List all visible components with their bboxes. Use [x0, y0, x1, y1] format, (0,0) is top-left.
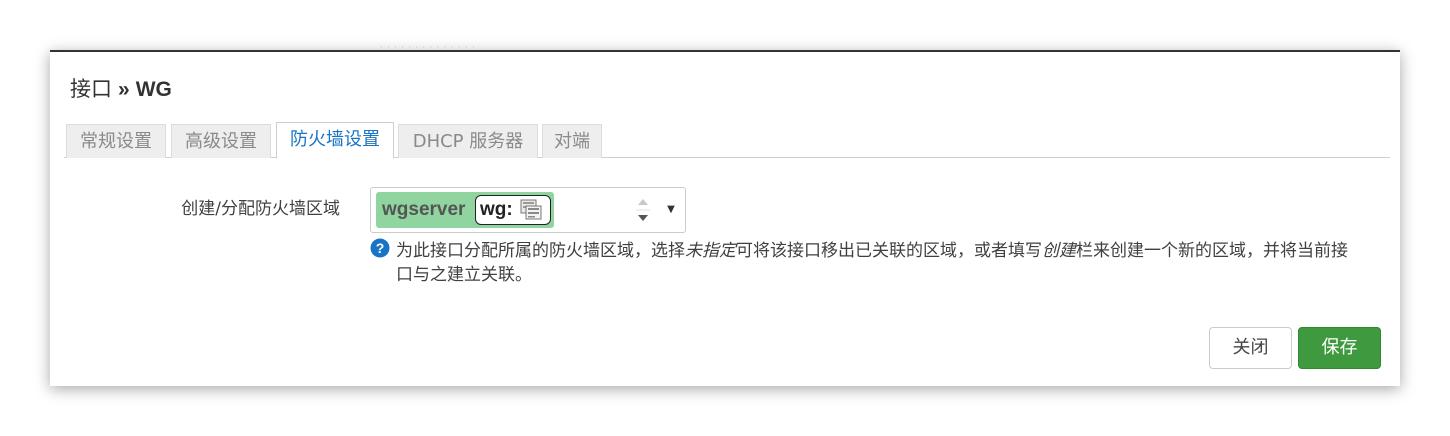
tab-general-settings[interactable]: 常规设置	[66, 124, 166, 158]
question-circle-icon: ?	[370, 238, 390, 258]
zone-badge: wgserver wg:	[376, 192, 554, 228]
help-unspecified-term: 未指定	[685, 241, 736, 261]
chevron-down-icon[interactable]: ▼	[665, 200, 677, 220]
firewall-zone-help-text: 为此接口分配所属的防火墙区域，选择未指定可将该接口移出已关联的区域，或者填写创建…	[396, 239, 1356, 287]
page: · · · · · · · · · · · · · · 接口» WG 常规设置 高…	[0, 0, 1450, 436]
spinner-arrows-icon[interactable]	[633, 192, 653, 228]
save-button[interactable]: 保存	[1298, 327, 1381, 369]
network-interface-icon	[520, 199, 542, 221]
help-create-term: 创建	[1042, 241, 1076, 261]
tab-bar: 常规设置 高级设置 防火墙设置 DHCP 服务器 对端	[64, 122, 1390, 159]
interface-badge: wg:	[475, 195, 551, 225]
title-separator: »	[118, 78, 130, 101]
interface-edit-dialog: 接口 » WG 常规设置 高级设置 防火墙设置 DHCP 服务器 对端 创建/分配防…	[50, 50, 1400, 386]
zone-name: wgserver	[382, 199, 466, 220]
tab-peers[interactable]: 对端	[542, 124, 602, 158]
svg-text:?: ?	[376, 240, 385, 256]
title-interface-name: WG	[135, 78, 172, 101]
dialog-title: 接口 » WG	[70, 75, 172, 104]
firewall-zone-select[interactable]: wgserver wg: ▼	[370, 187, 686, 233]
tab-dhcp-server[interactable]: DHCP 服务器	[398, 124, 538, 158]
tab-firewall-settings[interactable]: 防火墙设置	[276, 122, 394, 159]
help-part-1: 为此接口分配所属的防火墙区域，选择	[396, 241, 685, 261]
interface-name: wg:	[480, 199, 513, 220]
help-part-2: 可将该接口移出已关联的区域，或者填写	[736, 241, 1042, 261]
tab-advanced-settings[interactable]: 高级设置	[171, 124, 271, 158]
firewall-zone-label: 创建/分配防火墙区域	[181, 199, 340, 219]
close-button[interactable]: 关闭	[1209, 327, 1292, 369]
title-prefix: 接口	[70, 77, 112, 101]
